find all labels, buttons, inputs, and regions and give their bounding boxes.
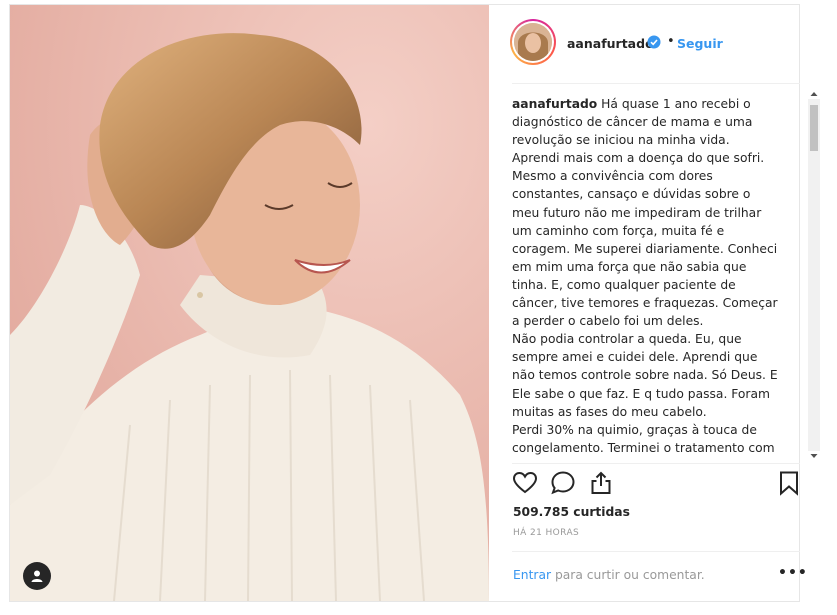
avatar[interactable] — [510, 19, 556, 65]
comment-login-prompt: Entrar para curtir ou comentar. — [513, 568, 705, 582]
heart-icon[interactable] — [512, 470, 538, 496]
post-header: aanafurtado • Seguir — [490, 5, 800, 83]
post-sidebar: aanafurtado • Seguir aanafurtado Há quas… — [490, 5, 820, 601]
more-options-button[interactable]: ••• — [778, 565, 808, 581]
caption-scrollbar[interactable] — [808, 89, 820, 461]
post-photo[interactable] — [10, 5, 489, 601]
scroll-up-arrow-icon[interactable] — [808, 89, 820, 99]
follow-button[interactable]: Seguir — [677, 36, 723, 51]
caption-username[interactable]: aanafurtado — [512, 97, 597, 111]
header-divider — [512, 83, 800, 84]
comment-icon[interactable] — [550, 470, 576, 496]
bookmark-icon[interactable] — [776, 470, 802, 496]
post-username[interactable]: aanafurtado — [567, 36, 654, 51]
caption: aanafurtado Há quase 1 ano recebi o diag… — [512, 95, 778, 457]
scroll-down-arrow-icon[interactable] — [808, 451, 820, 461]
instagram-post: aanafurtado • Seguir aanafurtado Há quas… — [9, 4, 820, 602]
user-tag-icon — [31, 570, 43, 582]
actions-divider — [512, 463, 800, 464]
post-timestamp[interactable]: HÁ 21 HORAS — [513, 528, 579, 538]
header-separator: • — [667, 34, 675, 49]
comment-divider — [512, 551, 800, 552]
login-link[interactable]: Entrar — [513, 568, 551, 582]
caption-text: Há quase 1 ano recebi o diagnóstico de c… — [512, 97, 778, 455]
verified-badge-icon — [647, 35, 661, 49]
likes-count[interactable]: 509.785 curtidas — [513, 505, 630, 519]
share-icon[interactable] — [588, 470, 614, 496]
action-bar — [490, 467, 800, 501]
scrollbar-thumb[interactable] — [810, 105, 818, 151]
user-tag-button[interactable] — [23, 562, 51, 590]
avatar-image — [514, 23, 552, 61]
scrollbar-track[interactable] — [808, 99, 820, 451]
comment-prompt-text: para curtir ou comentar. — [551, 568, 705, 582]
post-photo-illustration — [10, 5, 489, 601]
